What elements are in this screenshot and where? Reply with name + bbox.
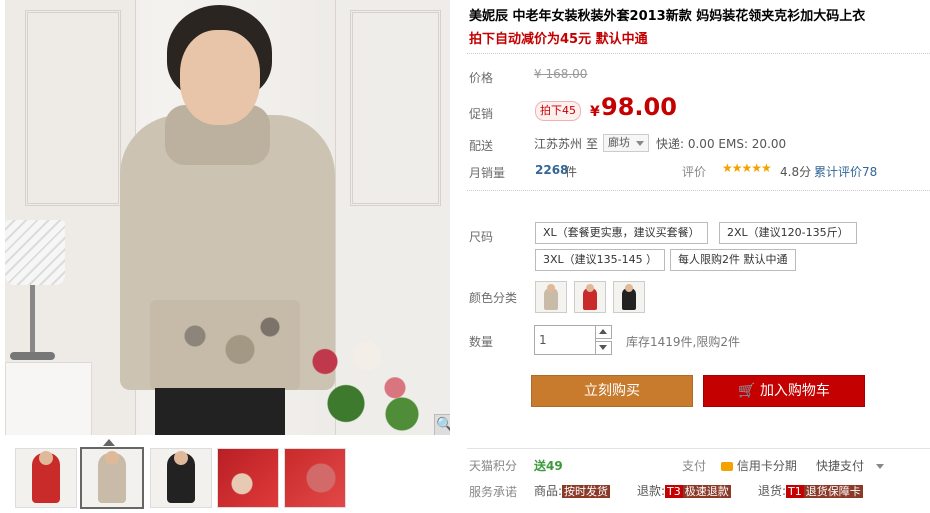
chevron-down-icon xyxy=(875,464,884,469)
chevron-up-icon xyxy=(599,329,607,334)
divider xyxy=(467,190,930,191)
quantity-increase-button[interactable] xyxy=(595,325,612,339)
promo-label: 促销 xyxy=(469,107,494,121)
quantity-decrease-button[interactable] xyxy=(595,341,612,355)
sales-unit: 件 xyxy=(565,165,578,179)
ship-to-word: 至 xyxy=(586,137,599,151)
thumbnail-black-jacket[interactable] xyxy=(150,448,212,508)
reviews-link[interactable]: 累计评价78 xyxy=(814,163,877,180)
goods-tag: 按时发货 xyxy=(562,485,611,498)
buy-now-button[interactable]: 立刻购买 xyxy=(531,375,693,407)
credit-installment[interactable]: 信用卡分期 xyxy=(721,457,797,474)
price-label: 价格 xyxy=(469,71,494,85)
color-label: 颜色分类 xyxy=(469,291,518,305)
thumbnail-pointer xyxy=(103,439,115,446)
flower-bouquet xyxy=(290,330,430,435)
rating-label: 评价 xyxy=(682,165,707,179)
model-pants xyxy=(155,388,285,435)
ship-from: 江苏苏州 xyxy=(534,137,583,151)
fast-pay-label: 快捷支付 xyxy=(816,459,865,473)
fast-pay-dropdown[interactable]: 快捷支付 xyxy=(816,457,884,474)
lamp xyxy=(5,220,65,285)
main-product-image[interactable]: 🔍 xyxy=(5,0,450,435)
tmall-points-value: 送49 xyxy=(534,459,563,473)
product-subtitle: 拍下自动减价为45元 默认中通 xyxy=(469,32,648,47)
zoom-icon[interactable]: 🔍 xyxy=(434,414,450,435)
return-promise[interactable]: 退货: T1 退货保障卡 xyxy=(758,482,863,499)
shipping-label: 配送 xyxy=(469,139,494,153)
thumbnail-beige-jacket[interactable] xyxy=(80,447,144,509)
size-label: 尺码 xyxy=(469,230,494,244)
return-tag: 退货保障卡 xyxy=(803,485,863,498)
goods-label: 商品: xyxy=(534,484,563,498)
credit-installment-label: 信用卡分期 xyxy=(736,459,797,473)
refund-code: T3 xyxy=(665,485,683,498)
color-swatch-beige[interactable] xyxy=(535,281,567,313)
size-option-2xl[interactable]: 2XL（建议120-135斤） xyxy=(719,222,857,244)
add-to-cart-label: 加入购物车 xyxy=(759,383,830,399)
return-code: T1 xyxy=(786,485,804,498)
destination-value: 廊坊 xyxy=(608,136,630,149)
service-promise-label: 服务承诺 xyxy=(469,485,518,499)
promo-tag: 拍下45 xyxy=(535,101,581,121)
thumbnail-red-fabric[interactable] xyxy=(217,448,279,508)
lamp-pole xyxy=(30,285,35,355)
lamp-base xyxy=(10,352,55,360)
cabinet xyxy=(5,362,92,435)
tmall-points-label: 天猫积分 xyxy=(469,459,518,473)
wall-molding xyxy=(350,10,441,206)
jacket-pattern xyxy=(150,300,300,390)
shipping-fee: 快递: 0.00 EMS: 20.00 xyxy=(656,137,787,151)
refund-label: 退款: xyxy=(637,484,666,498)
model-face xyxy=(180,30,260,125)
chevron-down-icon xyxy=(636,141,644,146)
chevron-down-icon xyxy=(599,345,607,350)
thumbnail-red-pocket[interactable] xyxy=(284,448,346,508)
refund-promise[interactable]: 退款: T3 极速退款 xyxy=(637,482,731,499)
refund-tag: 极速退款 xyxy=(682,485,731,498)
thumbnail-red-jacket[interactable] xyxy=(15,448,77,508)
return-label: 退货: xyxy=(758,484,787,498)
divider xyxy=(467,53,930,54)
color-swatch-red[interactable] xyxy=(574,281,606,313)
cart-icon: 🛒 xyxy=(738,383,756,399)
quantity-input[interactable]: 1 xyxy=(534,325,596,355)
credit-card-icon xyxy=(721,462,733,471)
rating-score: 4.8分 xyxy=(780,165,812,179)
size-option-xl[interactable]: XL（套餐更实惠，建议买套餐） xyxy=(535,222,708,244)
promo-price: 98.00 xyxy=(601,93,677,121)
original-price: ¥ 168.00 xyxy=(534,67,588,81)
goods-promise[interactable]: 商品: 按时发货 xyxy=(534,482,611,499)
destination-select[interactable]: 廊坊 xyxy=(603,134,649,152)
size-option-limit[interactable]: 每人限购2件 默认中通 xyxy=(670,249,796,271)
wall-molding xyxy=(25,10,121,206)
product-title: 美妮辰 中老年女装秋装外套2013新款 妈妈装花领夹克衫加大码上衣 xyxy=(469,9,866,24)
sales-label: 月销量 xyxy=(469,166,506,180)
color-swatch-black[interactable] xyxy=(613,281,645,313)
quantity-label: 数量 xyxy=(469,335,494,349)
sales-count: 2268 xyxy=(535,163,569,177)
stock-info: 库存1419件,限购2件 xyxy=(626,335,740,349)
size-option-3xl[interactable]: 3XL（建议135-145 ） xyxy=(535,249,666,271)
payment-label: 支付 xyxy=(682,459,707,473)
star-rating-icon: ★★★★★ xyxy=(722,161,772,175)
add-to-cart-button[interactable]: 🛒 加入购物车 xyxy=(703,375,865,407)
currency-symbol: ¥ xyxy=(590,104,600,120)
